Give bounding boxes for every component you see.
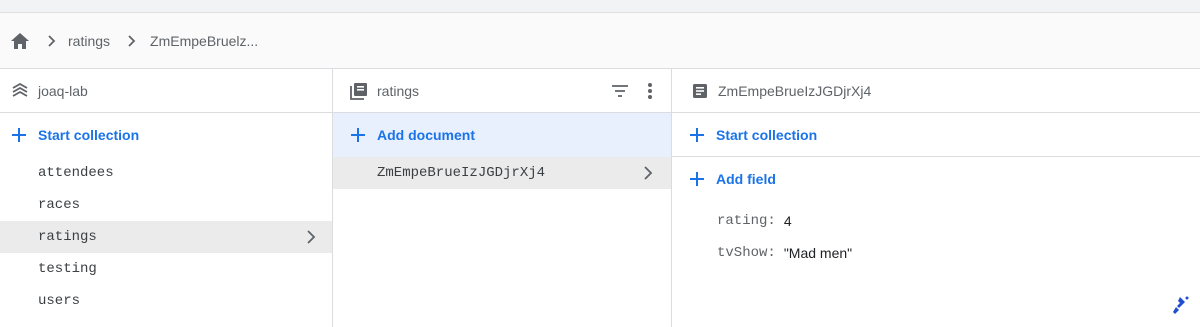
chevron-right-icon [302, 228, 320, 246]
toptal-logo-icon [1168, 295, 1190, 317]
home-icon[interactable] [10, 31, 30, 51]
field-row[interactable]: rating: 4 [672, 205, 1200, 237]
breadcrumb-item-ratings[interactable]: ratings [68, 33, 110, 49]
breadcrumb: ratings ZmEmpeBruelz... [0, 13, 1200, 69]
start-collection-label: Start collection [716, 126, 818, 143]
chevron-right-icon [639, 164, 657, 182]
list-item[interactable]: races [0, 189, 332, 221]
add-field-label: Add field [716, 171, 776, 187]
project-name: joaq-lab [38, 82, 88, 99]
filter-icon[interactable] [609, 80, 631, 102]
collection-list: attendees races ratings testing users [0, 157, 332, 317]
add-document-button[interactable]: Add document [333, 113, 671, 157]
add-document-label: Add document [377, 127, 475, 143]
collection-header: ratings [333, 69, 671, 113]
collection-label: ratings [38, 229, 97, 245]
start-collection-label: Start collection [38, 127, 140, 143]
list-item[interactable]: users [0, 285, 332, 317]
document-panel: ZmEmpeBrueIzJGDjrXj4 Start collection Ad… [672, 69, 1200, 327]
collection-icon [349, 81, 369, 101]
start-collection-button[interactable]: Start collection [0, 113, 332, 157]
plus-icon [10, 126, 28, 144]
add-field-button[interactable]: Add field [672, 157, 1200, 201]
collection-panel: ratings Add document ZmEmpeBrueIzJGDjrXj… [333, 69, 672, 327]
list-item[interactable]: attendees [0, 157, 332, 189]
field-list: rating: 4 tvShow: "Mad men" [672, 201, 1200, 269]
project-panel: joaq-lab Start collection attendees race… [0, 69, 333, 327]
document-list: ZmEmpeBrueIzJGDjrXj4 [333, 157, 671, 189]
field-key: tvShow: [717, 245, 776, 261]
chevron-right-icon [122, 31, 142, 51]
field-value: 4 [783, 213, 792, 229]
firebase-project-icon [10, 81, 30, 101]
breadcrumb-item-document[interactable]: ZmEmpeBruelz... [150, 33, 258, 49]
plus-icon [349, 126, 367, 144]
top-strip [0, 0, 1200, 13]
document-header: ZmEmpeBrueIzJGDjrXj4 [672, 69, 1200, 113]
field-value: "Mad men" [783, 245, 853, 261]
field-row[interactable]: tvShow: "Mad men" [672, 237, 1200, 269]
document-label: ZmEmpeBrueIzJGDjrXj4 [377, 165, 546, 181]
plus-icon [688, 126, 706, 144]
field-key: rating: [717, 213, 776, 229]
list-item[interactable]: testing [0, 253, 332, 285]
collection-label: attendees [38, 165, 114, 181]
document-icon [690, 81, 710, 101]
start-collection-button[interactable]: Start collection [672, 113, 1200, 157]
list-item[interactable]: ratings [0, 221, 332, 253]
collection-label: users [38, 293, 81, 309]
list-item[interactable]: ZmEmpeBrueIzJGDjrXj4 [333, 157, 671, 189]
chevron-right-icon [42, 31, 62, 51]
plus-icon [688, 170, 706, 188]
document-name: ZmEmpeBrueIzJGDjrXj4 [718, 82, 872, 99]
more-vert-icon[interactable] [639, 80, 661, 102]
collection-label: testing [38, 261, 97, 277]
collection-name: ratings [377, 82, 420, 99]
project-header: joaq-lab [0, 69, 332, 113]
panel-columns: joaq-lab Start collection attendees race… [0, 69, 1200, 327]
collection-label: races [38, 197, 81, 213]
